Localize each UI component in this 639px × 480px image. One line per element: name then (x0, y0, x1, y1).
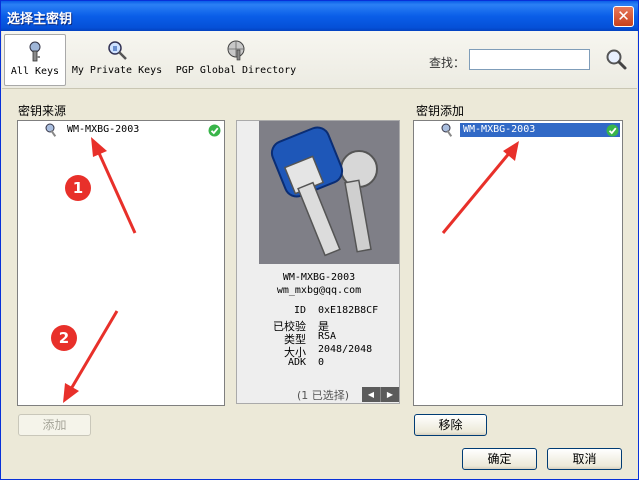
next-arrow-icon[interactable]: ▶ (381, 387, 399, 402)
prop-id-key: ID (293, 305, 306, 316)
prop-adk-value: 0 (318, 357, 325, 368)
target-key-name: WM-MXBG-2003 (460, 123, 620, 137)
key-icon (441, 123, 453, 137)
pager: ◀ ▶ (362, 387, 399, 402)
tab-all-keys-label: All Keys (10, 66, 60, 77)
verified-check-icon (208, 124, 221, 137)
search-input[interactable] (469, 49, 590, 70)
key-name: WM-MXBG-2003 (282, 272, 356, 283)
tab-pgp-global-directory[interactable]: PGP Global Directory (172, 34, 300, 86)
keys-image (259, 121, 399, 264)
source-key-item[interactable]: WM-MXBG-2003 (18, 122, 224, 139)
annotation-marker-2: 2 (51, 325, 77, 351)
annotation-marker-1: 1 (65, 175, 91, 201)
search-icon[interactable] (604, 47, 628, 71)
remove-button[interactable]: 移除 (414, 414, 487, 436)
target-key-list[interactable]: WM-MXBG-2003 (413, 120, 623, 406)
source-key-list[interactable]: WM-MXBG-2003 (17, 120, 225, 406)
source-key-name: WM-MXBG-2003 (67, 124, 140, 135)
dialog-window: 选择主密钥 ✕ All Keys My Private Keys PGP Glo… (0, 0, 639, 480)
tab-pgp-global-directory-label: PGP Global Directory (175, 65, 297, 76)
tab-my-private-keys[interactable]: My Private Keys (70, 34, 164, 86)
selected-count: (1 已选择) (297, 389, 350, 402)
prop-type-value: RSA (318, 331, 337, 342)
target-key-item[interactable]: WM-MXBG-2003 (414, 122, 622, 139)
toolbar: All Keys My Private Keys PGP Global Dire… (2, 31, 637, 89)
globe-key-icon (227, 40, 245, 61)
add-button[interactable]: 添加 (18, 414, 91, 436)
verified-check-icon (606, 124, 619, 137)
window-title: 选择主密钥 (7, 12, 73, 27)
search-label: 查找： (429, 56, 466, 70)
title-bar[interactable]: 选择主密钥 ✕ (1, 1, 638, 31)
key-detail-panel: WM-MXBG-2003 wm_mxbg@qq.com ID 0xE182B8C… (236, 120, 400, 404)
cancel-button[interactable]: 取消 (547, 448, 622, 470)
magnifier-key-icon (108, 41, 127, 60)
close-button[interactable]: ✕ (613, 6, 634, 27)
ok-button[interactable]: 确定 (462, 448, 537, 470)
target-label: 密钥添加 (416, 104, 465, 118)
prop-size-value: 2048/2048 (318, 344, 373, 355)
prop-adk-key: ADK (287, 357, 306, 368)
source-label: 密钥来源 (18, 104, 67, 118)
prev-arrow-icon[interactable]: ◀ (362, 387, 381, 402)
prop-id-value: 0xE182B8CF (318, 305, 379, 316)
key-email: wm_mxbg@qq.com (276, 285, 362, 296)
tab-my-private-keys-label: My Private Keys (71, 65, 163, 76)
key-icon (45, 123, 57, 137)
tab-all-keys[interactable]: All Keys (4, 34, 66, 86)
key-ring-icon (29, 41, 41, 62)
